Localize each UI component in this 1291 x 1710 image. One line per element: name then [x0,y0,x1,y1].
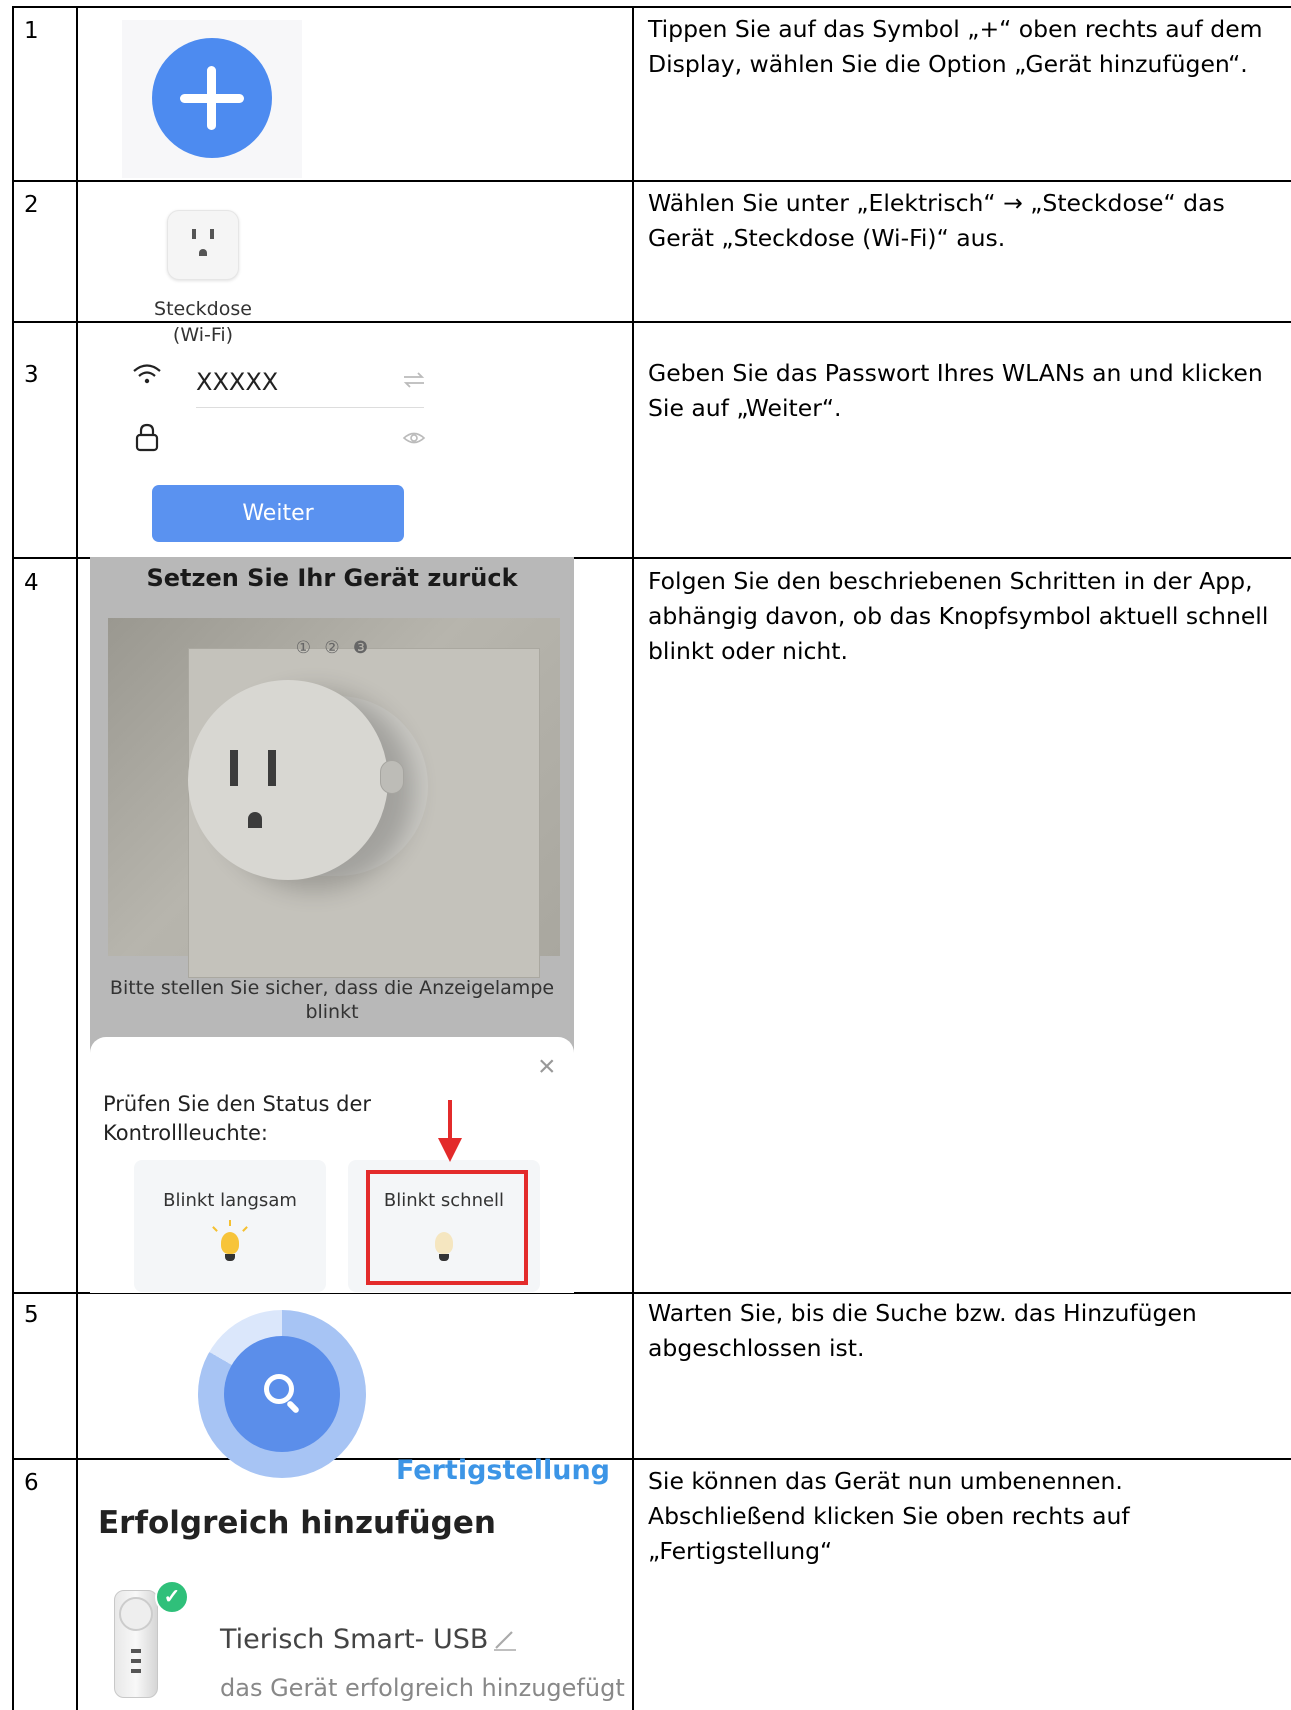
plus-icon-bar [207,66,216,130]
row-divider [12,180,1291,182]
row-divider [12,1458,1291,1460]
search-icon [264,1374,294,1404]
wall-socket-icon[interactable] [167,210,239,280]
device-label: Steckdose [154,298,252,320]
red-arrow-head [438,1138,462,1162]
success-title: Erfolgreich hinzufügen [98,1505,496,1541]
field-divider [196,407,424,408]
switch-network-icon[interactable] [402,372,426,388]
lock-icon [135,423,159,452]
bulb-ray [212,1226,218,1232]
check-icon: ✓ [155,1580,189,1614]
step-description: Geben Sie das Passwort Ihres WLANs an un… [648,359,1263,422]
red-arrow-icon [448,1100,452,1142]
socket-ground [199,249,207,256]
usb-port [131,1649,141,1653]
option-blinks-slow[interactable]: Blinkt langsam [134,1160,326,1292]
step-description: Tippen Sie auf das Symbol „+“ oben recht… [648,15,1263,78]
step-description: Wählen Sie unter „Elektrisch“ → „Steckdo… [648,189,1225,252]
device-image [114,1590,158,1698]
step-indicator: ① ② ❸ [295,638,373,658]
table-border-left [12,6,14,1710]
status-question: Prüfen Sie den Status der Kontrollleucht… [103,1092,372,1145]
device-socket [119,1597,153,1631]
step-description: Folgen Sie den beschriebenen Schritten i… [648,567,1269,665]
step-number: 6 [24,1470,39,1496]
socket-slot [192,229,196,239]
step-description: Sie können das Gerät nun umbenennen. Abs… [648,1467,1130,1565]
fertigstellung-button[interactable]: Fertigstellung [380,1455,610,1486]
bulb-ray [242,1226,248,1232]
highlight-box [366,1170,528,1285]
column-divider [632,6,634,1710]
device-label: (Wi-Fi) [172,324,234,346]
reset-screen-title: Setzen Sie Ihr Gerät zurück [146,564,518,592]
plug-face [188,680,388,880]
smart-plug-photo: ① ② ❸ [108,618,560,978]
step-number: 3 [24,362,39,388]
device-status: das Gerät erfolgreich hinzugefügt [220,1674,625,1702]
wifi-icon [133,364,161,384]
eye-icon[interactable] [402,430,426,446]
socket-slot [210,229,214,239]
step-number: 5 [24,1302,39,1328]
bulb-icon [221,1232,239,1254]
step-number: 1 [24,18,39,44]
bulb-ray [229,1220,231,1226]
plug-ground [248,812,262,828]
step-number: 4 [24,570,39,596]
close-icon[interactable]: × [538,1052,556,1082]
password-field[interactable] [196,420,396,454]
device-name[interactable]: Tierisch Smart- USB [220,1624,488,1655]
wifi-ssid-field[interactable]: XXXXX [196,368,278,396]
plug-button [380,760,404,794]
column-divider [76,6,78,1710]
reset-note: Bitte stellen Sie sicher, dass die Anzei… [109,977,555,1023]
plug-slot [230,750,238,786]
table-border-top [12,6,1291,8]
weiter-button[interactable]: Weiter [152,485,404,542]
usb-port [131,1659,141,1663]
edit-pencil-icon[interactable] [492,1626,518,1652]
step-number: 2 [24,192,39,218]
step-description: Warten Sie, bis die Suche bzw. das Hinzu… [648,1299,1197,1362]
bulb-base [225,1254,235,1261]
plug-slot [268,750,276,786]
usb-port [131,1669,141,1673]
option-label: Blinkt langsam [163,1190,297,1211]
